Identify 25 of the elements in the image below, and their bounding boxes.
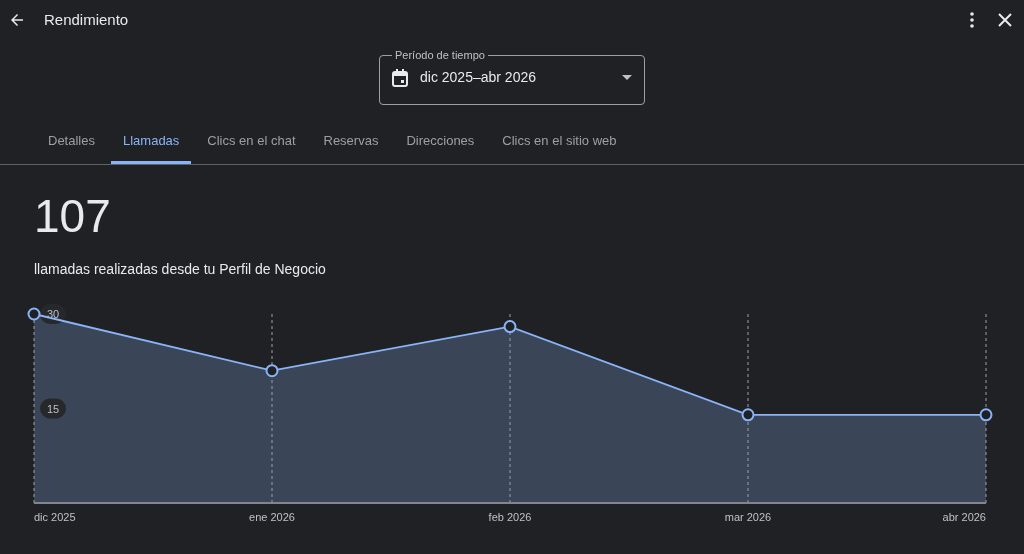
- data-point: [27, 307, 41, 320]
- data-point: [979, 407, 993, 421]
- y-tick-label: 15: [46, 402, 60, 414]
- x-axis-label: ene 2026: [249, 510, 295, 523]
- close-icon[interactable]: [998, 13, 1012, 27]
- tab[interactable]: Direcciones: [394, 119, 487, 164]
- tab[interactable]: Reservas: [311, 119, 391, 164]
- x-axis-label: mar 2026: [724, 510, 772, 523]
- tab[interactable]: Detalles: [36, 119, 107, 164]
- date-range-select[interactable]: Período de tiempo dic 2025–abr 2026: [379, 50, 645, 105]
- data-point: [265, 363, 279, 377]
- x-axis-label: dic 2025: [34, 510, 76, 523]
- page-title: Rendimiento: [44, 9, 129, 30]
- data-point: [741, 407, 755, 421]
- more-options-icon[interactable]: [970, 12, 974, 28]
- count-caption: llamadas realizadas desde tu Perfil de Negocio: [34, 259, 327, 279]
- call-count: 107: [34, 192, 112, 239]
- calendar-icon: [392, 68, 408, 87]
- tab[interactable]: Clics en el sitio web: [490, 119, 629, 164]
- x-axis-label: abr 2026: [942, 510, 986, 523]
- tab[interactable]: Llamadas: [110, 119, 192, 164]
- data-point: [503, 319, 517, 333]
- tab[interactable]: Clics en el chat: [195, 119, 308, 164]
- dropdown-caret-icon: [622, 75, 632, 80]
- x-axis-label: feb 2026: [488, 510, 532, 523]
